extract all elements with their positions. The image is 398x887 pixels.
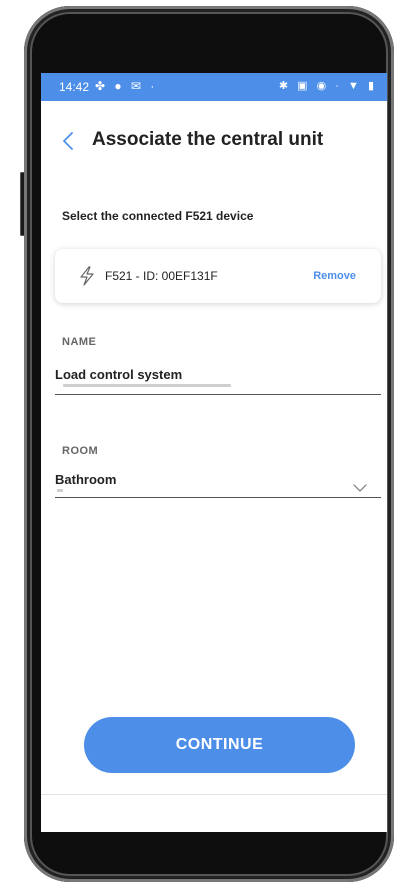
status-bar: 14:42 ✤ ● ✉ · ✱ ▣ ◉ · ▼ ▮ xyxy=(41,73,387,101)
name-field-label: NAME xyxy=(62,336,97,348)
device-name: F521 - ID: 00EF131F xyxy=(105,269,218,283)
name-field-underline xyxy=(55,394,381,395)
device-section-label: Select the connected F521 device xyxy=(62,209,254,223)
remove-button[interactable]: Remove xyxy=(313,270,356,282)
chevron-down-icon[interactable] xyxy=(353,480,367,492)
continue-button[interactable]: CONTINUE xyxy=(84,717,355,773)
status-time: 14:42 xyxy=(59,80,90,94)
page-title: Associate the central unit xyxy=(92,129,324,150)
room-field-label: ROOM xyxy=(62,445,99,457)
notification-icons: ✤ ● ✉ · xyxy=(95,79,158,93)
app-screen: 14:42 ✤ ● ✉ · ✱ ▣ ◉ · ▼ ▮ Associate the … xyxy=(41,73,387,832)
header: Associate the central unit xyxy=(41,125,387,159)
device-card: F521 - ID: 00EF131F Remove xyxy=(55,249,381,303)
room-field-ghost-text xyxy=(57,489,63,492)
room-select[interactable]: Bathroom xyxy=(55,472,116,487)
navigation-bar-divider xyxy=(41,794,387,795)
chevron-left-icon[interactable] xyxy=(57,129,81,153)
name-field[interactable]: Load control system xyxy=(55,367,182,382)
system-status-icons: ✱ ▣ ◉ · ▼ ▮ xyxy=(278,80,377,92)
name-field-ghost-text xyxy=(63,384,231,387)
lightning-bolt-icon xyxy=(79,266,95,286)
room-field-underline xyxy=(55,497,381,498)
